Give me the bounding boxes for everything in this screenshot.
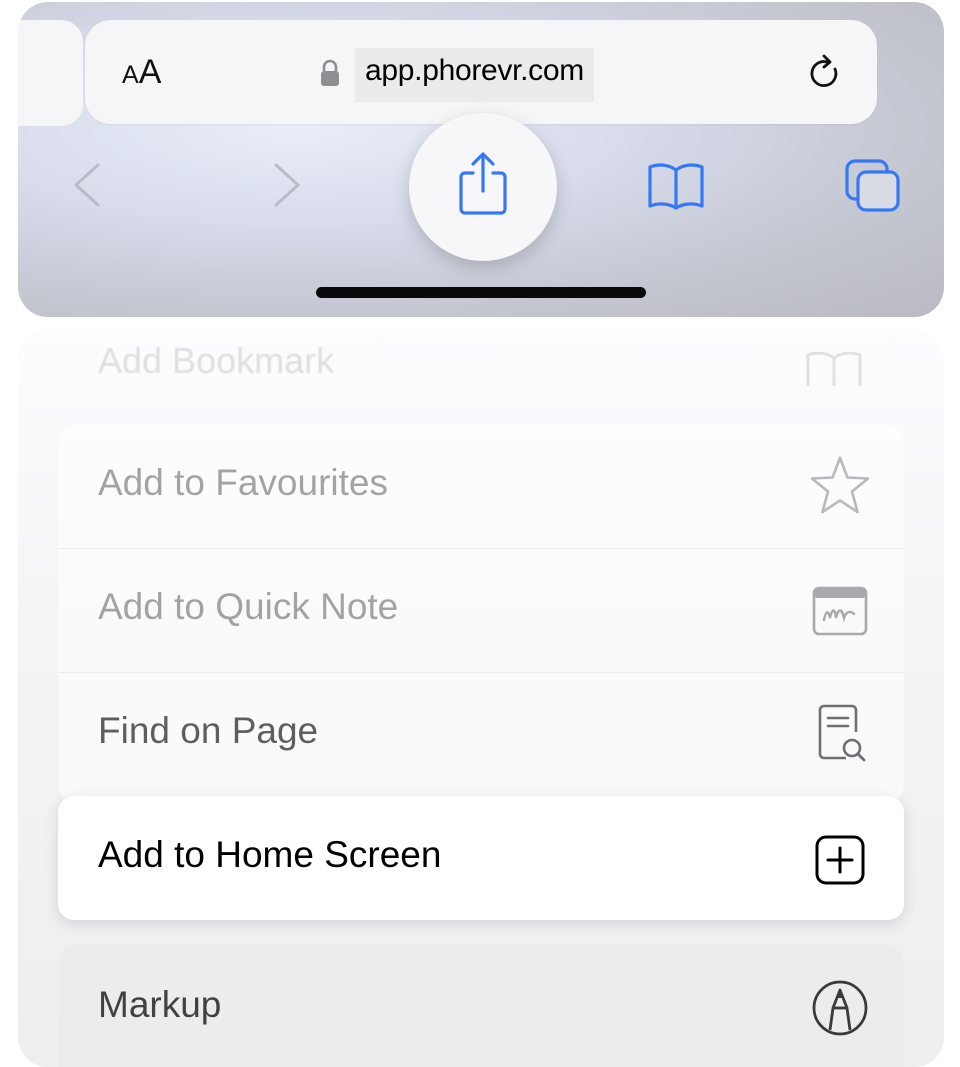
back-icon[interactable] bbox=[70, 162, 104, 208]
action-group: Add to Favourites Add to Quick Note Find… bbox=[58, 424, 904, 804]
markup-label: Markup bbox=[98, 984, 222, 1025]
home-indicator bbox=[316, 287, 646, 298]
bookmarks-icon[interactable] bbox=[646, 160, 706, 210]
forward-icon[interactable] bbox=[270, 162, 304, 208]
text-size-big-glyph: A bbox=[138, 53, 162, 91]
add-to-quick-note-label: Add to Quick Note bbox=[98, 586, 399, 627]
find-on-page-item[interactable]: Find on Page bbox=[58, 672, 904, 796]
text-size-button[interactable]: AA bbox=[122, 53, 161, 92]
tabs-icon[interactable] bbox=[844, 158, 902, 214]
browser-toolbar-area: AA app.phorevr.com bbox=[18, 2, 944, 317]
add-to-home-screen-item[interactable]: Add to Home Screen bbox=[58, 796, 904, 920]
star-icon bbox=[810, 456, 870, 514]
markup-item[interactable]: Markup bbox=[58, 944, 904, 1067]
markup-icon bbox=[812, 980, 868, 1036]
add-bookmark-item-partial[interactable]: Add Bookmark bbox=[98, 340, 334, 382]
add-to-favourites-label: Add to Favourites bbox=[98, 462, 388, 503]
quick-note-icon bbox=[812, 586, 868, 636]
share-sheet: Add Bookmark Add to Favourites Add to Qu… bbox=[18, 330, 944, 1067]
lock-icon bbox=[321, 59, 339, 86]
share-icon bbox=[459, 152, 507, 215]
add-to-favourites-item[interactable]: Add to Favourites bbox=[58, 424, 904, 548]
share-button[interactable] bbox=[409, 113, 557, 261]
find-on-page-icon bbox=[818, 704, 866, 762]
reload-icon[interactable] bbox=[805, 53, 845, 93]
find-on-page-label: Find on Page bbox=[98, 710, 319, 751]
previous-tab-edge[interactable] bbox=[18, 20, 83, 126]
text-size-small-glyph: A bbox=[122, 61, 139, 89]
add-to-quick-note-item[interactable]: Add to Quick Note bbox=[58, 548, 904, 672]
address-bar[interactable]: AA app.phorevr.com bbox=[85, 20, 877, 124]
add-to-home-screen-label: Add to Home Screen bbox=[98, 834, 442, 875]
url-text[interactable]: app.phorevr.com bbox=[355, 48, 594, 102]
bookmark-icon bbox=[806, 352, 862, 386]
add-square-icon bbox=[815, 835, 865, 885]
